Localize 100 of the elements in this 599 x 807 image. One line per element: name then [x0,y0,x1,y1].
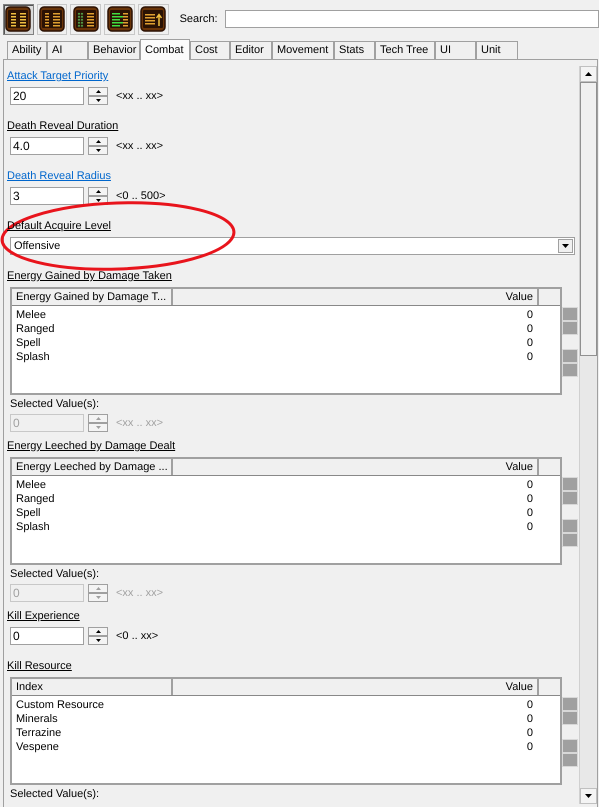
vertical-scrollbar[interactable] [579,66,597,804]
table-cell-text: Splash [15,350,51,364]
down-arrow-icon [96,639,100,642]
list-action-button[interactable] [562,307,578,321]
down-arrow-icon [96,426,100,429]
document-icon [140,6,166,32]
table-cell-text: Melee [15,478,47,492]
view-button[interactable] [36,4,68,34]
document-icon [72,6,99,32]
column-header[interactable]: Index [12,679,173,695]
range-hint: <xx .. xx> [116,88,164,104]
table-cell-text: 0 [526,308,534,322]
column-header[interactable]: Value [173,679,539,695]
down-arrow-icon [96,99,100,102]
up-arrow-icon [96,90,100,93]
list-action-button[interactable] [562,697,578,711]
table-cell-text: 0 [526,322,534,336]
number-field[interactable]: 4.0 [10,137,84,155]
scrollbar-thumb[interactable] [580,82,597,356]
table-cell-text: Terrazine [15,726,62,740]
dropdown-arrow-icon [562,244,569,248]
document-icon [106,6,133,32]
tab[interactable]: Editor [230,41,272,59]
tab[interactable]: Stats [334,41,375,59]
column-header[interactable]: Value [173,289,539,305]
list-action-button[interactable] [562,491,578,505]
range-hint: <0 .. xx> [116,628,158,644]
up-arrow-icon [96,140,100,143]
range-hint: <xx .. xx> [116,416,164,431]
table-cell-text: Custom Resource [15,698,106,712]
document-icon [39,6,66,32]
table-cell-text: 0 [526,506,534,520]
field-link[interactable]: Death Reveal Radius [7,169,111,183]
field-label: Energy Leeched by Damage Dealt [7,439,176,453]
search-field[interactable] [224,10,599,28]
field-label: Energy Gained by Damage Taken [7,269,172,283]
list-action-button[interactable] [562,477,578,491]
view-button[interactable] [104,4,135,34]
table-cell-text: Ranged [15,322,56,336]
tab[interactable]: Unit [476,41,518,59]
field-link[interactable]: Attack Target Priority [7,69,108,83]
list-action-button[interactable] [562,519,578,533]
table-cell-text: 0 [526,520,534,534]
table-cell-text: 0 [526,740,534,754]
tab[interactable]: Combat [140,39,190,60]
spin-down-button[interactable] [88,96,108,105]
view-button[interactable] [3,4,34,34]
field-label: Kill Resource [7,659,72,673]
list-action-button[interactable] [562,753,578,767]
number-field[interactable]: 0 [10,627,84,645]
tab[interactable]: Movement [272,41,334,59]
list-action-button[interactable] [562,363,578,377]
table-cell-text: Vespene [15,740,60,754]
spin-up-button[interactable] [88,137,108,146]
dropdown[interactable]: Offensive [10,237,575,255]
document-icon [5,6,32,32]
tab[interactable]: Tech Tree [375,41,435,59]
tab[interactable]: Cost [190,41,230,59]
list-action-button[interactable] [562,711,578,725]
tab[interactable]: Ability [7,41,47,59]
table-cell-text: Minerals [15,712,59,726]
scroll-down-icon [585,794,592,798]
column-header[interactable]: Value [173,459,539,475]
table-cell-text: 0 [526,712,534,726]
spin-up-button[interactable] [88,627,108,636]
down-arrow-icon [96,149,100,152]
range-hint: <xx .. xx> [116,586,164,601]
tab[interactable]: Behavior [88,41,140,59]
table-cell-text: 0 [526,336,534,350]
spin-down-button[interactable] [88,146,108,155]
list-action-button[interactable] [562,349,578,363]
tab[interactable]: AI [47,41,88,59]
list-action-button[interactable] [562,321,578,335]
table-cell-text: Melee [15,308,47,322]
table-cell-text: Ranged [15,492,56,506]
spin-up-button[interactable] [88,187,108,196]
tab[interactable]: UI [435,41,476,59]
down-arrow-icon [96,596,100,599]
table-cell-text: Spell [15,506,42,520]
list-action-button[interactable] [562,739,578,753]
range-hint: <xx .. xx> [116,138,164,154]
list-action-button[interactable] [562,533,578,547]
spin-down-button[interactable] [88,636,108,645]
column-header[interactable]: Energy Gained by Damage T... [12,289,173,305]
up-arrow-icon [96,417,100,420]
view-button[interactable] [70,4,102,34]
column-header[interactable]: Energy Leeched by Damage ... [12,459,173,475]
selected-values-label: Selected Value(s): [10,397,100,411]
view-button[interactable] [138,4,169,34]
number-field[interactable]: 20 [10,87,84,105]
spin-up-button[interactable] [88,87,108,96]
up-arrow-icon [96,587,100,590]
number-field[interactable]: 3 [10,187,84,205]
selected-values-label: Selected Value(s): [10,567,100,581]
field-label: Kill Experience [7,609,80,623]
scroll-up-icon [585,72,592,76]
table-cell-text: 0 [526,478,534,492]
table-cell-text: 0 [526,698,534,712]
down-arrow-icon [96,199,100,202]
range-hint: <0 .. 500> [116,188,166,204]
